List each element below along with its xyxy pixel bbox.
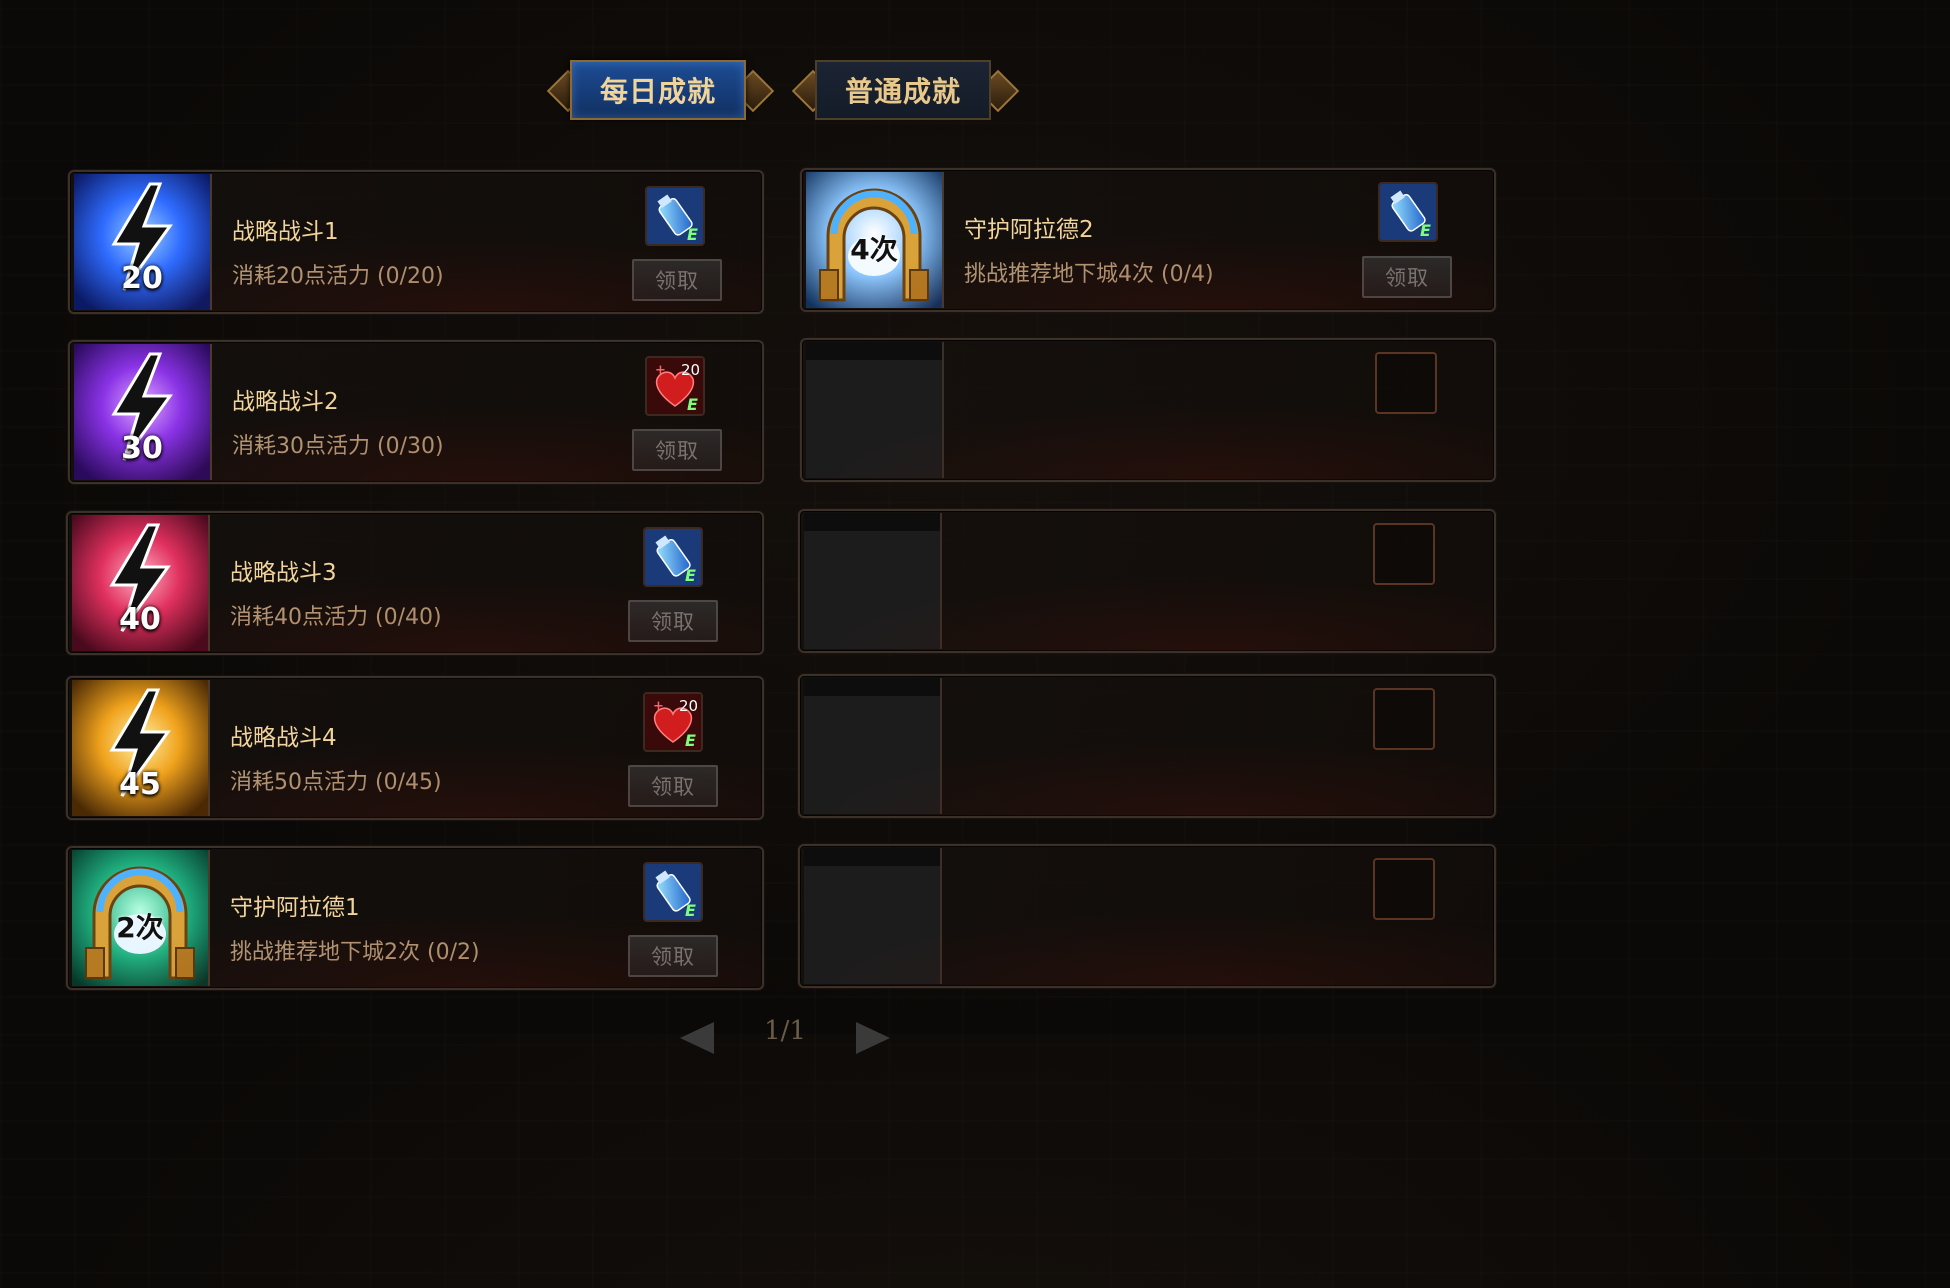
empty-icon-slot <box>806 342 944 478</box>
empty-reward-slot <box>1373 523 1435 585</box>
empty-icon-slot <box>804 513 942 649</box>
empty-reward-slot <box>1373 858 1435 920</box>
lightning-icon: 45 <box>72 680 210 816</box>
empty-achievement-slot <box>798 509 1496 653</box>
achievement-tabs: 每日成就 普通成就 <box>0 60 1568 124</box>
tab-normal-achievements[interactable]: 普通成就 <box>815 60 991 120</box>
achievement-card: 4次 守护阿拉德2 挑战推荐地下城4次 (0/4) E 领取 <box>800 168 1496 312</box>
svg-text:E: E <box>685 901 696 920</box>
icon-value: 20 <box>121 261 163 296</box>
achievement-description: 消耗30点活力 (0/30) <box>232 434 444 459</box>
achievement-card: 2次 守护阿拉德1 挑战推荐地下城2次 (0/2) E 领取 <box>66 846 764 990</box>
achievement-title: 战略战斗3 <box>230 560 337 586</box>
empty-achievement-slot <box>800 338 1496 482</box>
vitality-potion-icon[interactable]: E <box>645 186 705 246</box>
icon-value: 30 <box>121 431 163 466</box>
achievement-card: 30 战略战斗2 消耗30点活力 (0/30) + 20 E 领取 <box>68 340 764 484</box>
claim-button[interactable]: 领取 <box>632 429 722 471</box>
icon-value: 4次 <box>850 233 898 266</box>
heart-potion-icon[interactable]: + 20 E <box>643 692 703 752</box>
achievement-title: 守护阿拉德2 <box>964 217 1094 243</box>
svg-text:E: E <box>685 566 696 585</box>
svg-text:E: E <box>685 731 696 750</box>
achievement-title: 守护阿拉德1 <box>230 895 360 921</box>
reward-count: 20 <box>681 361 700 379</box>
vitality-potion-icon[interactable]: E <box>1378 182 1438 242</box>
vitality-potion-icon[interactable]: E <box>643 527 703 587</box>
achievement-card: 45 战略战斗4 消耗50点活力 (0/45) + 20 E 领取 <box>66 676 764 820</box>
empty-reward-slot <box>1373 688 1435 750</box>
dungeon-gate-icon: 2次 <box>72 850 210 986</box>
achievement-description: 消耗50点活力 (0/45) <box>230 770 442 795</box>
achievement-card: 40 战略战斗3 消耗40点活力 (0/40) E 领取 <box>66 511 764 655</box>
reward-count: 20 <box>679 697 698 715</box>
heart-potion-icon[interactable]: + 20 E <box>645 356 705 416</box>
lightning-icon: 20 <box>74 174 212 310</box>
previous-page-arrow-icon[interactable] <box>680 1022 714 1054</box>
page-indicator: 1/1 <box>764 1016 806 1046</box>
empty-icon-slot <box>804 678 942 814</box>
achievement-title: 战略战斗4 <box>230 725 337 751</box>
achievement-title: 战略战斗2 <box>232 389 339 415</box>
lightning-icon: 30 <box>74 344 212 480</box>
achievement-title: 战略战斗1 <box>232 219 339 245</box>
next-page-arrow-icon[interactable] <box>856 1022 890 1054</box>
svg-text:E: E <box>687 225 698 244</box>
achievement-description: 挑战推荐地下城4次 (0/4) <box>964 262 1214 287</box>
empty-icon-slot <box>804 848 942 984</box>
claim-button[interactable]: 领取 <box>1362 256 1452 298</box>
pagination: 1/1 <box>640 1014 930 1054</box>
svg-text:E: E <box>687 395 698 414</box>
claim-button[interactable]: 领取 <box>628 600 718 642</box>
svg-text:+: + <box>655 363 666 378</box>
icon-value: 2次 <box>116 911 164 944</box>
svg-text:E: E <box>1420 221 1431 240</box>
empty-achievement-slot <box>798 674 1496 818</box>
claim-button[interactable]: 领取 <box>628 935 718 977</box>
achievement-description: 挑战推荐地下城2次 (0/2) <box>230 940 480 965</box>
vitality-potion-icon[interactable]: E <box>643 862 703 922</box>
claim-button[interactable]: 领取 <box>628 765 718 807</box>
achievement-card: 20 战略战斗1 消耗20点活力 (0/20) E 领取 <box>68 170 764 314</box>
empty-achievement-slot <box>798 844 1496 988</box>
icon-value: 40 <box>119 602 161 637</box>
lightning-icon: 40 <box>72 515 210 651</box>
achievement-description: 消耗40点活力 (0/40) <box>230 605 442 630</box>
dungeon-gate-icon: 4次 <box>806 172 944 308</box>
svg-text:+: + <box>653 699 664 714</box>
tab-daily-achievements[interactable]: 每日成就 <box>570 60 746 120</box>
claim-button[interactable]: 领取 <box>632 259 722 301</box>
empty-reward-slot <box>1375 352 1437 414</box>
icon-value: 45 <box>119 767 161 802</box>
achievement-description: 消耗20点活力 (0/20) <box>232 264 444 289</box>
